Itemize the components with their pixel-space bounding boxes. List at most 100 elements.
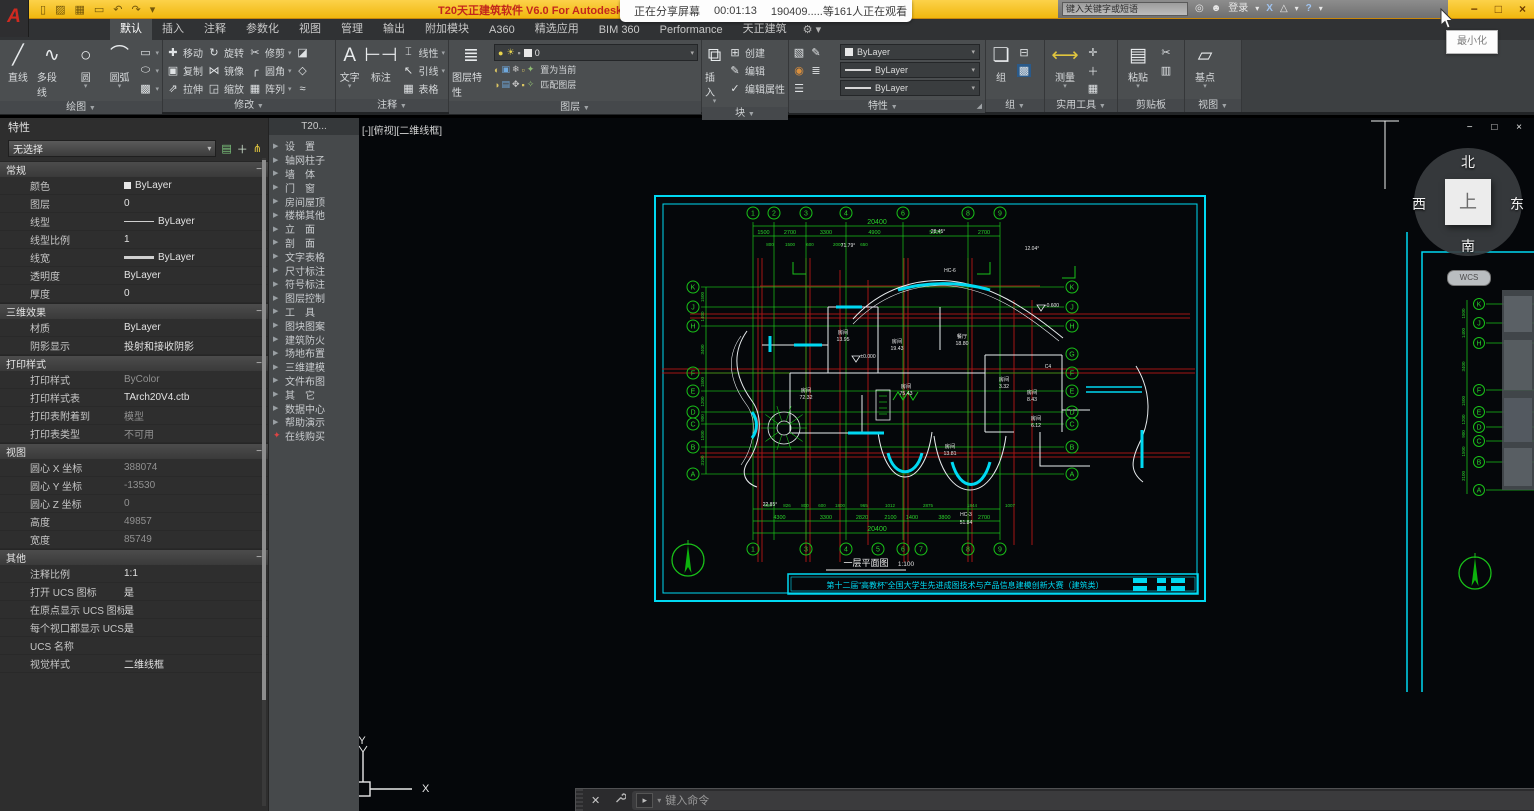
t20-menu-item-19[interactable]: ▶数据中心 bbox=[269, 401, 359, 415]
app-store-icon[interactable]: △ bbox=[1280, 0, 1288, 18]
text-tool[interactable]: A文字▾ bbox=[339, 42, 360, 90]
t20-menu-item-4[interactable]: ▶房间屋顶 bbox=[269, 194, 359, 208]
clipboard-panel-label[interactable]: 剪贴板 bbox=[1118, 99, 1184, 112]
redo-icon[interactable]: ↷ bbox=[132, 3, 141, 16]
layer-properties-tool[interactable]: ≣图层特性 bbox=[452, 42, 490, 99]
modify-panel-label[interactable]: 修改 ▼ bbox=[163, 99, 335, 112]
open-file-icon[interactable]: ▨ bbox=[55, 3, 65, 16]
mirror-tool[interactable]: ⋈镜像 bbox=[207, 62, 244, 79]
palette-scrollbar[interactable] bbox=[262, 158, 266, 806]
t20-menu-header[interactable]: T20... bbox=[269, 118, 359, 135]
command-line-bar[interactable]: ✕ ▸ ▾ 键入命令 bbox=[575, 788, 1534, 811]
layer-lock2-icon[interactable]: ▫ bbox=[522, 65, 525, 75]
chevron-down-icon[interactable]: ▾ bbox=[690, 49, 694, 57]
layer-match2-icon[interactable]: ▤ bbox=[501, 79, 510, 90]
property-value[interactable]: 1 bbox=[124, 234, 268, 245]
ribbon-tab-6[interactable]: 输出 bbox=[373, 16, 415, 40]
stretch-tool[interactable]: ⇗拉伸 bbox=[166, 80, 203, 97]
ribbon-tab-8[interactable]: A360 bbox=[479, 20, 525, 40]
layer-merge-icon[interactable]: ▪ bbox=[522, 80, 525, 90]
close-button[interactable]: × bbox=[1519, 2, 1526, 16]
t20-menu-item-21[interactable]: ✦在线购买 bbox=[269, 429, 359, 443]
property-value[interactable]: 49857 bbox=[124, 516, 268, 527]
t20-menu-item-13[interactable]: ▶图块图案 bbox=[269, 318, 359, 332]
palette-section-header[interactable]: 常规− bbox=[0, 161, 268, 177]
help-icon[interactable]: ? bbox=[1306, 0, 1312, 18]
rectangle-tool[interactable]: ▭▾ bbox=[139, 44, 160, 61]
layer-walk-icon[interactable]: ◑ bbox=[494, 80, 499, 90]
table-tool[interactable]: ▦表格 bbox=[401, 80, 445, 97]
t20-menu-item-5[interactable]: ▶楼梯其他 bbox=[269, 208, 359, 222]
t20-menu-item-8[interactable]: ▶文字表格 bbox=[269, 249, 359, 263]
quick-select-icon[interactable]: ⋔ bbox=[253, 142, 262, 155]
t20-menu-item-3[interactable]: ▶门 窗 bbox=[269, 180, 359, 194]
linear-dim-tool[interactable]: ⌶线性▾ bbox=[401, 44, 445, 61]
move-tool[interactable]: ✚移动 bbox=[166, 44, 203, 61]
layer-lock-icon[interactable]: ▪ bbox=[518, 48, 521, 58]
ribbon-tab-3[interactable]: 参数化 bbox=[236, 16, 289, 40]
layer-off-icon[interactable]: ◐ bbox=[494, 65, 499, 75]
copy-tool[interactable]: ▣复制 bbox=[166, 62, 203, 79]
save-icon[interactable]: ▦ bbox=[74, 3, 84, 16]
plot-icon[interactable]: ▭ bbox=[94, 3, 104, 16]
t20-menu-item-2[interactable]: ▶墙 体 bbox=[269, 167, 359, 181]
property-value[interactable]: 0 bbox=[124, 498, 268, 509]
lineweight-dropdown[interactable]: ByLayer▾ bbox=[840, 62, 980, 78]
insert-block-tool[interactable]: ⧉插入▾ bbox=[705, 42, 724, 105]
t20-menu-item-7[interactable]: ▶剖 面 bbox=[269, 236, 359, 250]
layer-freeze-icon[interactable]: ☀ bbox=[506, 47, 514, 58]
fillet-tool[interactable]: ╭圆角▾ bbox=[248, 62, 292, 79]
trim-tool[interactable]: ✂修剪▾ bbox=[248, 44, 292, 61]
line-tool[interactable]: ╱直线 bbox=[3, 42, 33, 84]
viewport-label[interactable]: [-][俯视][二维线框] bbox=[362, 122, 442, 137]
property-value[interactable]: 是 bbox=[124, 584, 268, 599]
viewcube-south-label[interactable]: 南 bbox=[1461, 236, 1475, 256]
layer-isolate-icon[interactable]: ▣ bbox=[501, 64, 510, 75]
linetype-dropdown[interactable]: ByLayer▾ bbox=[840, 80, 980, 96]
property-value[interactable]: 0 bbox=[124, 198, 268, 209]
match-properties-tool[interactable]: ▧✎ bbox=[792, 44, 836, 61]
rotate-tool[interactable]: ↻旋转 bbox=[207, 44, 244, 61]
color-dropdown[interactable]: ByLayer▾ bbox=[840, 44, 980, 60]
layer-prev-icon[interactable]: ✥ bbox=[512, 79, 520, 90]
exchange-icon[interactable]: X bbox=[1266, 0, 1273, 18]
panel-expander-icon[interactable]: ◢ bbox=[977, 100, 982, 113]
copy-clip-tool[interactable]: ▥ bbox=[1159, 62, 1173, 79]
explode-tool[interactable]: ◇ bbox=[296, 62, 310, 79]
view-panel-label[interactable]: 视图 ▼ bbox=[1185, 99, 1241, 112]
layer-delete-icon[interactable]: ✧ bbox=[527, 79, 535, 90]
layer-color-swatch[interactable] bbox=[524, 49, 532, 57]
layer-unlock-icon[interactable]: ✦ bbox=[527, 64, 535, 75]
basepoint-tool[interactable]: ▱基点▾ bbox=[1188, 42, 1222, 90]
ribbon-tab-0[interactable]: 默认 bbox=[110, 16, 152, 40]
color-wheel-tool[interactable]: ◉≣ bbox=[792, 62, 836, 79]
property-value[interactable]: ByLayer bbox=[124, 322, 268, 333]
ribbon-tab-5[interactable]: 管理 bbox=[331, 16, 373, 40]
drawing-canvas[interactable]: [-][俯视][二维线框] − □ × bbox=[358, 118, 1534, 811]
ungroup-tool[interactable]: ⊟ bbox=[1017, 44, 1031, 61]
property-value[interactable]: ByColor bbox=[124, 374, 268, 385]
viewport-window-controls[interactable]: − □ × bbox=[1467, 122, 1530, 133]
quick-calc-tool[interactable]: ▦ bbox=[1086, 80, 1100, 97]
layer-on-icon[interactable]: ● bbox=[498, 48, 503, 58]
t20-menu-item-11[interactable]: ▶图层控制 bbox=[269, 291, 359, 305]
array-tool[interactable]: ▦阵列▾ bbox=[248, 80, 292, 97]
ribbon-tab-4[interactable]: 视图 bbox=[289, 16, 331, 40]
leader-tool[interactable]: ↖引线▾ bbox=[401, 62, 445, 79]
t20-menu-item-10[interactable]: ▶符号标注 bbox=[269, 277, 359, 291]
toggle-pickadd-icon[interactable]: ▤ bbox=[221, 142, 231, 155]
join-tool[interactable]: ≈ bbox=[296, 80, 310, 97]
select-objects-icon[interactable]: ＋ bbox=[237, 141, 248, 157]
scale-tool[interactable]: ◲缩放 bbox=[207, 80, 244, 97]
linetype-list-tool[interactable]: ☰ bbox=[792, 80, 836, 97]
viewcube-top-face[interactable]: 上 bbox=[1445, 179, 1491, 225]
circle-tool[interactable]: ○圆▾ bbox=[71, 42, 101, 90]
palette-section-header[interactable]: 三维效果− bbox=[0, 303, 268, 319]
property-value[interactable]: 85749 bbox=[124, 534, 268, 545]
id-point-tool[interactable]: ✛ bbox=[1086, 44, 1100, 61]
ribbon-tab-11[interactable]: Performance bbox=[650, 20, 733, 40]
t20-menu-item-20[interactable]: ▶帮助演示 bbox=[269, 415, 359, 429]
viewcube-north-label[interactable]: 北 bbox=[1461, 152, 1475, 172]
viewcube-east-label[interactable]: 东 bbox=[1510, 194, 1524, 214]
edit-attrib-tool[interactable]: ✓编辑属性 bbox=[728, 80, 785, 97]
